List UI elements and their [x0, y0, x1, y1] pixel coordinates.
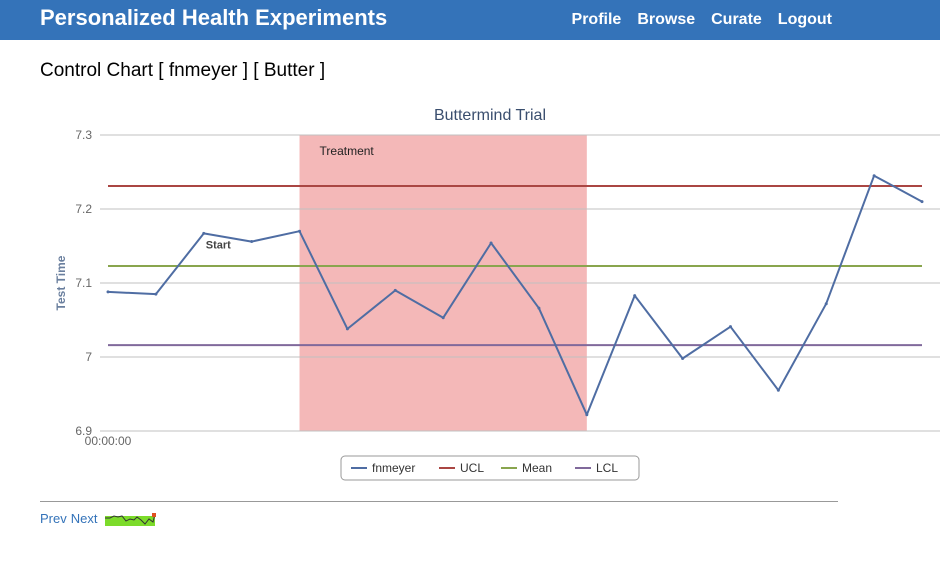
data-point — [872, 174, 876, 178]
data-point — [106, 290, 110, 294]
sparkline-marker — [152, 512, 157, 517]
y-tick-label: 7.2 — [75, 202, 92, 216]
data-point — [393, 288, 397, 292]
nav-logout-link[interactable]: Logout — [778, 11, 832, 29]
legend-item-label[interactable]: Mean — [522, 461, 552, 475]
y-tick-label: 7.1 — [75, 276, 92, 290]
data-point — [920, 200, 924, 204]
start-annotation: Start — [206, 239, 231, 251]
treatment-band-label: Treatment — [320, 144, 375, 158]
x-tick-label: 00:00:00 — [85, 434, 132, 448]
next-link[interactable]: Next — [71, 511, 98, 526]
data-point — [154, 292, 158, 296]
legend-item-label[interactable]: UCL — [460, 461, 484, 475]
data-point — [728, 325, 732, 329]
data-point — [202, 231, 206, 235]
data-point — [441, 316, 445, 320]
chart-title: Buttermind Trial — [434, 107, 546, 124]
y-tick-label: 7.3 — [75, 128, 92, 142]
nav-browse-link[interactable]: Browse — [637, 11, 695, 29]
pager: Prev Next — [40, 511, 157, 526]
data-point — [489, 241, 493, 245]
data-point — [633, 294, 637, 298]
top-navbar: Personalized Health Experiments Profile … — [0, 0, 940, 40]
data-point — [537, 306, 541, 310]
page-title: Control Chart [ fnmeyer ] [ Butter ] — [40, 60, 326, 81]
control-chart: Treatment6.977.17.27.300:00:00StartButte… — [54, 107, 940, 481]
data-point — [585, 413, 589, 417]
nav-curate-link[interactable]: Curate — [711, 11, 762, 29]
nav-links: Profile Browse Curate Logout — [572, 11, 832, 29]
data-point — [345, 327, 349, 331]
data-point — [681, 356, 685, 360]
data-point — [776, 388, 780, 392]
legend-item-label[interactable]: LCL — [596, 461, 618, 475]
y-tick-label: 7 — [85, 350, 92, 364]
data-point — [250, 240, 254, 244]
sparkline-thumbnail[interactable] — [105, 512, 157, 526]
y-axis-label: Test Time — [54, 255, 68, 310]
nav-profile-link[interactable]: Profile — [572, 11, 622, 29]
brand-link[interactable]: Personalized Health Experiments — [40, 5, 387, 31]
data-point — [298, 229, 302, 233]
data-point — [824, 302, 828, 306]
legend-item-label[interactable]: fnmeyer — [372, 461, 415, 475]
divider — [40, 501, 838, 502]
prev-link[interactable]: Prev — [40, 511, 67, 526]
